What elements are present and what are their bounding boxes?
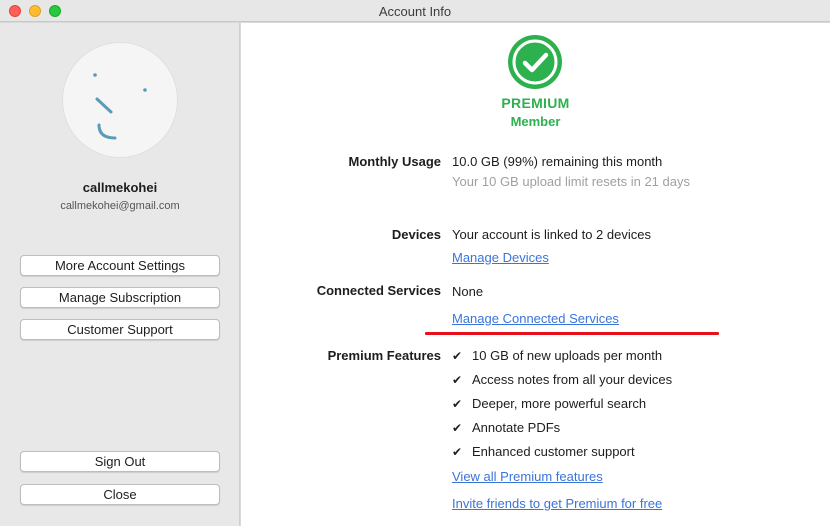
checkmark-icon: ✔ [452, 445, 463, 459]
checkmark-icon: ✔ [452, 349, 463, 363]
plan-subtitle: Member [510, 114, 561, 129]
sign-out-button[interactable]: Sign Out [20, 451, 220, 472]
connected-services-value: None [452, 284, 484, 299]
close-button[interactable]: Close [20, 484, 220, 505]
avatar [62, 42, 178, 158]
more-account-settings-button[interactable]: More Account Settings [20, 255, 220, 276]
customer-support-button[interactable]: Customer Support [20, 319, 220, 340]
title-bar: Account Info [0, 0, 830, 22]
plan-tier: PREMIUM [501, 95, 570, 111]
premium-features-label: Premium Features [327, 348, 441, 363]
monthly-usage-note: Your 10 GB upload limit resets in 21 day… [452, 174, 690, 189]
manage-subscription-button[interactable]: Manage Subscription [20, 287, 220, 308]
checkmark-circle-icon [508, 35, 562, 89]
manage-devices-link[interactable]: Manage Devices [452, 250, 549, 265]
checkmark-icon: ✔ [452, 397, 463, 411]
avatar-face-icon [93, 73, 147, 140]
monthly-usage-value: 10.0 GB (99%) remaining this month [452, 154, 663, 169]
devices-value: Your account is linked to 2 devices [452, 227, 651, 242]
manage-connected-services-link[interactable]: Manage Connected Services [452, 311, 619, 326]
checkmark-icon: ✔ [452, 373, 463, 387]
sidebar: callmekohei callmekohei@gmail.com More A… [0, 23, 240, 526]
username: callmekohei [82, 180, 158, 195]
devices-label: Devices [391, 227, 441, 242]
user-email: callmekohei@gmail.com [60, 200, 180, 212]
annotation-underline [425, 332, 719, 335]
feature-item: ✔ Enhanced customer support [452, 444, 635, 459]
feature-item: ✔ 10 GB of new uploads per month [452, 348, 663, 363]
feature-item: ✔ Deeper, more powerful search [452, 396, 647, 411]
account-details-panel: PREMIUM Member Monthly Usage 10.0 GB (99… [241, 23, 830, 526]
feature-item: ✔ Annotate PDFs [452, 420, 561, 435]
checkmark-icon: ✔ [452, 421, 463, 435]
feature-item: ✔ Access notes from all your devices [452, 372, 673, 387]
invite-friends-link[interactable]: Invite friends to get Premium for free [452, 496, 662, 511]
view-all-premium-features-link[interactable]: View all Premium features [452, 469, 603, 484]
window-title: Account Info [378, 4, 452, 19]
connected-services-label: Connected Services [316, 283, 441, 298]
monthly-usage-label: Monthly Usage [348, 154, 441, 169]
